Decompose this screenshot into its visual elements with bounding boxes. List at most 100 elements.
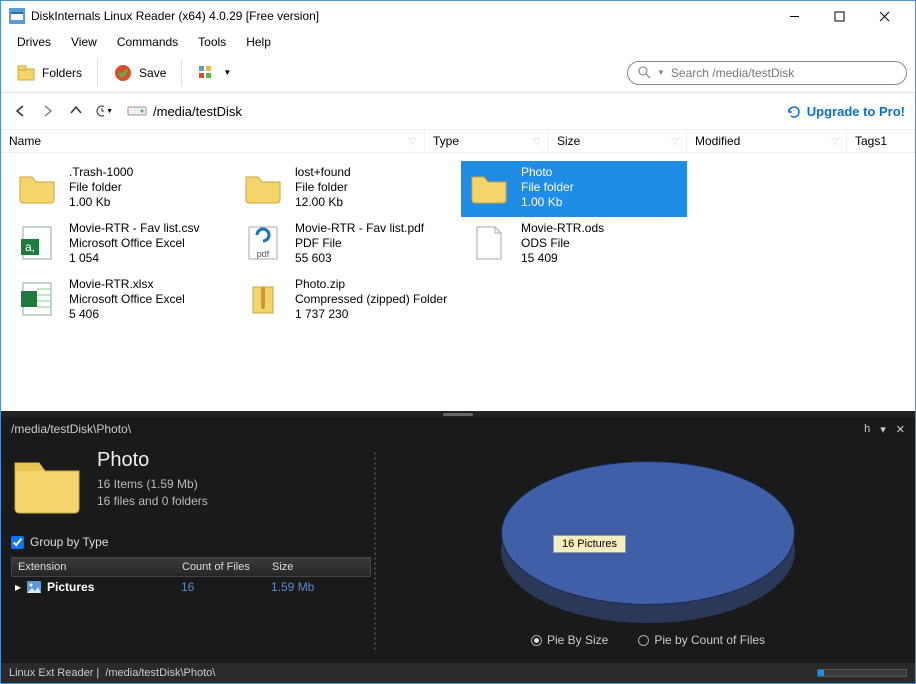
- save-button[interactable]: Save: [106, 59, 173, 87]
- resize-dots[interactable]: [373, 451, 377, 653]
- status-bar: Linux Ext Reader | /media/testDisk\Photo…: [1, 663, 915, 683]
- svg-text:a,: a,: [25, 240, 35, 254]
- folder-icon: [15, 165, 59, 209]
- window-titlebar: DiskInternals Linux Reader (x64) 4.0.29 …: [1, 1, 915, 31]
- menu-view[interactable]: View: [63, 33, 105, 51]
- save-icon: [113, 63, 135, 83]
- menu-tools[interactable]: Tools: [190, 33, 234, 51]
- file-item[interactable]: Photo.zipCompressed (zipped) Folder1 737…: [235, 273, 461, 329]
- file-size: 12.00 Kb: [295, 195, 351, 210]
- close-button[interactable]: [862, 2, 907, 30]
- upgrade-link[interactable]: Upgrade to Pro!: [786, 104, 905, 119]
- file-item[interactable]: a,Movie-RTR - Fav list.csvMicrosoft Offi…: [9, 217, 235, 273]
- toolbar: Folders Save ▼ ▼: [1, 53, 915, 93]
- pdf-icon: pdf: [241, 221, 285, 265]
- pie-chart: 16 Pictures: [493, 455, 803, 625]
- search-icon: [638, 66, 651, 79]
- app-icon: [9, 8, 25, 24]
- filter-icon[interactable]: ▽: [671, 136, 678, 147]
- zip-icon: [241, 277, 285, 321]
- xlsx-icon: [15, 277, 59, 321]
- refresh-icon: [786, 104, 801, 119]
- expand-icon[interactable]: ▸: [15, 580, 21, 594]
- preview-stats-1: 16 Items (1.59 Mb): [97, 476, 208, 493]
- toolbar-separator: [97, 60, 98, 86]
- nav-history-button[interactable]: ▼: [95, 104, 113, 118]
- search-box[interactable]: ▼: [627, 61, 907, 85]
- file-type: ODS File: [521, 236, 604, 251]
- status-left: Linux Ext Reader |: [9, 667, 99, 679]
- status-progress: [817, 669, 907, 677]
- file-size: 5 406: [69, 307, 185, 322]
- pie-label: 16 Pictures: [553, 535, 626, 553]
- file-size: 55 603: [295, 251, 424, 266]
- window-title: DiskInternals Linux Reader (x64) 4.0.29 …: [31, 9, 772, 23]
- col-tags[interactable]: Tags1: [847, 130, 915, 152]
- menu-drives[interactable]: Drives: [9, 33, 59, 51]
- file-item[interactable]: Movie-RTR.odsODS File15 409: [461, 217, 687, 273]
- chevron-down-icon: ▼: [223, 68, 231, 77]
- file-name: Movie-RTR - Fav list.pdf: [295, 221, 424, 236]
- folders-button[interactable]: Folders: [9, 59, 89, 87]
- file-size: 15 409: [521, 251, 604, 266]
- maximize-button[interactable]: [817, 2, 862, 30]
- pictures-icon: [27, 581, 41, 593]
- chevron-down-icon[interactable]: ▼: [657, 68, 665, 77]
- minimize-button[interactable]: [772, 2, 817, 30]
- col-name[interactable]: Name▽: [1, 130, 425, 152]
- file-item[interactable]: Movie-RTR.xlsxMicrosoft Office Excel5 40…: [9, 273, 235, 329]
- menu-help[interactable]: Help: [238, 33, 279, 51]
- preview-close-icon[interactable]: ✕: [896, 423, 905, 436]
- path-text[interactable]: /media/testDisk: [153, 104, 242, 119]
- radio-pie-by-count[interactable]: Pie by Count of Files: [638, 633, 765, 647]
- file-name: Photo: [521, 165, 574, 180]
- file-name: lost+found: [295, 165, 351, 180]
- file-size: 1.00 Kb: [521, 195, 574, 210]
- file-type: Microsoft Office Excel: [69, 292, 185, 307]
- filter-icon[interactable]: ▽: [831, 136, 838, 147]
- file-type: Microsoft Office Excel: [69, 236, 199, 251]
- blank-icon: [467, 221, 511, 265]
- view-grid-icon: [197, 64, 219, 82]
- status-path: /media/testDisk\Photo\: [105, 667, 215, 679]
- preview-stats-2: 16 files and 0 folders: [97, 493, 208, 510]
- file-size: 1.00 Kb: [69, 195, 133, 210]
- radio-pie-by-size[interactable]: Pie By Size: [531, 633, 608, 647]
- navigation-bar: ▼ /media/testDisk Upgrade to Pro!: [1, 93, 915, 129]
- toolbar-separator: [181, 60, 182, 86]
- col-size[interactable]: Size▽: [549, 130, 687, 152]
- nav-up-button[interactable]: [67, 104, 85, 118]
- preview-panel: /media/testDisk\Photo\ h ▾ ✕ Photo 16 It…: [1, 417, 915, 663]
- preview-table-header: Extension Count of Files Size: [11, 557, 371, 577]
- file-type: File folder: [295, 180, 351, 195]
- file-name: Movie-RTR.ods: [521, 221, 604, 236]
- chevron-down-icon[interactable]: ▾: [880, 423, 886, 436]
- folders-icon: [16, 63, 38, 83]
- file-type: PDF File: [295, 236, 424, 251]
- preview-table-row[interactable]: ▸ Pictures 16 1.59 Mb: [11, 577, 371, 597]
- menu-commands[interactable]: Commands: [109, 33, 186, 51]
- file-item[interactable]: lost+foundFile folder12.00 Kb: [235, 161, 461, 217]
- csv-icon: a,: [15, 221, 59, 265]
- file-size: 1 054: [69, 251, 199, 266]
- folder-icon: [241, 165, 285, 209]
- col-type[interactable]: Type▽: [425, 130, 549, 152]
- nav-back-button[interactable]: [11, 104, 29, 118]
- menu-bar: Drives View Commands Tools Help: [1, 31, 915, 53]
- preview-path: /media/testDisk\Photo\: [11, 422, 131, 436]
- file-name: Movie-RTR.xlsx: [69, 277, 185, 292]
- preview-h-link[interactable]: h: [864, 423, 870, 436]
- group-by-type-checkbox[interactable]: Group by Type: [11, 535, 371, 549]
- nav-forward-button[interactable]: [39, 104, 57, 118]
- file-item[interactable]: .Trash-1000File folder1.00 Kb: [9, 161, 235, 217]
- file-list[interactable]: .Trash-1000File folder1.00 Kblost+foundF…: [1, 153, 915, 411]
- col-modified[interactable]: Modified▽: [687, 130, 847, 152]
- filter-icon[interactable]: ▽: [409, 136, 416, 147]
- file-name: .Trash-1000: [69, 165, 133, 180]
- file-item[interactable]: PhotoFile folder1.00 Kb: [461, 161, 687, 217]
- svg-text:pdf: pdf: [257, 249, 270, 259]
- filter-icon[interactable]: ▽: [533, 136, 540, 147]
- file-item[interactable]: pdf Movie-RTR - Fav list.pdfPDF File55 60…: [235, 217, 461, 273]
- view-mode-button[interactable]: ▼: [190, 60, 238, 86]
- search-input[interactable]: [671, 66, 896, 80]
